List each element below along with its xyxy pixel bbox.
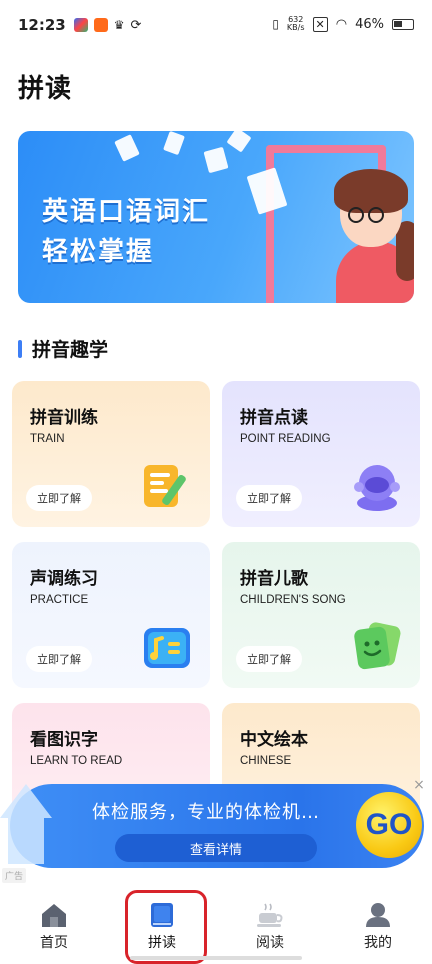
card-subtitle: PRACTICE <box>30 594 89 606</box>
card-title: 拼音儿歌 <box>240 569 308 589</box>
vibrate-icon: ▯ <box>272 17 279 31</box>
coffee-cup-icon <box>257 903 283 927</box>
card-subtitle: TRAIN <box>30 433 65 445</box>
ad-text: 体检服务，专业的体检机… <box>92 802 320 823</box>
bottom-tab-bar: 首页 拼读 阅读 我的 <box>0 884 432 964</box>
section-accent-bar <box>18 339 22 358</box>
paper-decoration <box>203 146 229 174</box>
paper-decoration <box>226 131 252 153</box>
learn-more-button[interactable]: 立即了解 <box>236 485 302 511</box>
tab-label: 我的 <box>364 935 392 951</box>
sync-icon: ⟳ <box>130 17 142 33</box>
ad-close-icon[interactable]: × <box>412 778 426 792</box>
status-bar: 12:23 ♛ ⟳ ▯ 632 KB/s ✕ ◠ 46% <box>0 0 432 50</box>
card-subtitle: POINT READING <box>240 433 331 445</box>
card-tone-practice[interactable]: 声调练习 PRACTICE 立即了解 <box>12 542 210 688</box>
card-subtitle: CHINESE <box>240 755 292 767</box>
card-pinyin-song[interactable]: 拼音儿歌 CHILDREN'S SONG 立即了解 <box>222 542 420 688</box>
home-icon <box>42 904 66 927</box>
banner-headline: 英语口语词汇 <box>42 197 211 227</box>
notebook-pencil-icon <box>144 465 186 507</box>
tab-reading[interactable]: 阅读 <box>216 884 324 964</box>
status-time: 12:23 <box>18 16 66 34</box>
ad-label: 广告 <box>2 868 27 883</box>
tab-home[interactable]: 首页 <box>0 884 108 964</box>
paper-decoration <box>114 134 140 162</box>
ad-view-details-button[interactable]: 查看详情 <box>115 834 317 862</box>
card-pinyin-train[interactable]: 拼音训练 TRAIN 立即了解 <box>12 381 210 527</box>
tab-profile[interactable]: 我的 <box>324 884 432 964</box>
card-title: 拼音点读 <box>240 408 308 428</box>
home-indicator <box>130 956 302 960</box>
girl-illustration <box>396 221 414 281</box>
paper-decoration <box>163 131 185 156</box>
status-app-icons: ♛ ⟳ <box>73 17 142 33</box>
app-notification-icon <box>73 18 88 32</box>
card-pinyin-point-reading[interactable]: 拼音点读 POINT READING 立即了解 <box>222 381 420 527</box>
section-title: 拼音趣学 <box>18 335 108 362</box>
section-title-text: 拼音趣学 <box>32 339 109 361</box>
arrow-up-icon <box>0 784 52 864</box>
music-note-board-icon <box>144 628 190 668</box>
learn-more-button[interactable]: 立即了解 <box>26 646 92 672</box>
net-speed: 632 KB/s <box>286 15 305 32</box>
girl-illustration <box>334 169 408 213</box>
battery-percent: 46% <box>355 16 384 32</box>
sim-icon: ✕ <box>312 16 328 32</box>
crown-icon: ♛ <box>113 18 125 32</box>
robot-speaker-icon <box>354 465 400 511</box>
card-title: 中文绘本 <box>240 730 308 750</box>
glasses-decoration <box>348 207 364 223</box>
glasses-decoration <box>368 207 384 223</box>
smile-cards-icon <box>354 622 401 670</box>
promo-banner[interactable]: 英语口语词汇 轻松掌握 <box>18 131 414 303</box>
tab-label: 首页 <box>40 935 68 951</box>
banner-subheadline: 轻松掌握 <box>42 237 155 267</box>
profile-icon <box>366 903 390 927</box>
learn-more-button[interactable]: 立即了解 <box>236 646 302 672</box>
active-tab-highlight <box>125 890 207 964</box>
card-subtitle: CHILDREN'S SONG <box>240 594 346 606</box>
learn-more-button[interactable]: 立即了解 <box>26 485 92 511</box>
ad-banner[interactable]: 体检服务，专业的体检机… 查看详情 GO × <box>0 778 432 874</box>
card-title: 拼音训练 <box>30 408 98 428</box>
wifi-icon: ◠ <box>335 16 348 32</box>
status-right: ▯ 632 KB/s ✕ ◠ 46% <box>272 16 414 32</box>
tab-label: 阅读 <box>256 935 284 951</box>
card-subtitle: LEARN TO READ <box>30 755 123 767</box>
ad-go-button[interactable]: GO <box>356 792 422 858</box>
card-title: 看图识字 <box>30 730 98 750</box>
battery-icon <box>392 18 414 30</box>
card-title: 声调练习 <box>30 569 98 589</box>
app-notification-icon <box>93 18 108 32</box>
page-title: 拼读 <box>18 74 73 104</box>
